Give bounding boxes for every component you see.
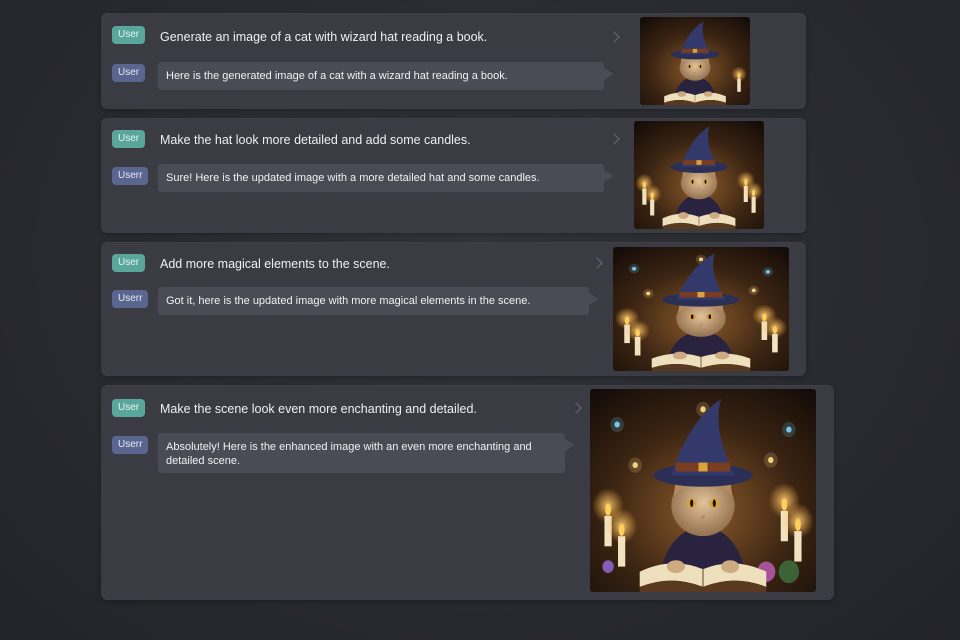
cat-wizard-enchanting-image[interactable]: [590, 389, 816, 592]
chevron-right-icon[interactable]: [591, 257, 603, 269]
user-prompt: Make the scene look even more enchanting…: [160, 402, 477, 416]
chevron-right-icon[interactable]: [570, 402, 582, 414]
chevron-right-icon[interactable]: [608, 31, 620, 43]
reply-badge: Userr: [112, 167, 149, 185]
response-bubble: Absolutely! Here is the enhanced image w…: [158, 433, 575, 473]
response-bubble: Got it, here is the updated image with m…: [158, 287, 599, 315]
conversation-card-2: User Make the hat look more detailed and…: [101, 118, 806, 233]
conversation-card-4: User Make the scene look even more encha…: [101, 385, 834, 600]
conversation-card-1: User Generate an image of a cat with wiz…: [101, 13, 806, 109]
user-badge: User: [112, 26, 146, 44]
cat-wizard-image[interactable]: [640, 17, 750, 105]
reply-badge: User: [112, 64, 146, 82]
cat-wizard-candles-image[interactable]: [634, 121, 764, 229]
chevron-right-icon[interactable]: [608, 133, 620, 145]
cat-wizard-magical-image[interactable]: [613, 247, 789, 371]
user-prompt: Make the hat look more detailed and add …: [160, 133, 471, 147]
user-prompt: Generate an image of a cat with wizard h…: [160, 30, 488, 44]
response-bubble: Here is the generated image of a cat wit…: [158, 62, 614, 90]
response-bubble: Sure! Here is the updated image with a m…: [158, 164, 614, 192]
reply-badge: Userr: [112, 436, 149, 454]
reply-badge: Userr: [112, 290, 149, 308]
user-badge: User: [112, 254, 146, 272]
conversation-card-3: User Add more magical elements to the sc…: [101, 242, 806, 376]
user-badge: User: [112, 130, 146, 148]
user-prompt: Add more magical elements to the scene.: [160, 257, 390, 271]
user-badge: User: [112, 399, 146, 417]
